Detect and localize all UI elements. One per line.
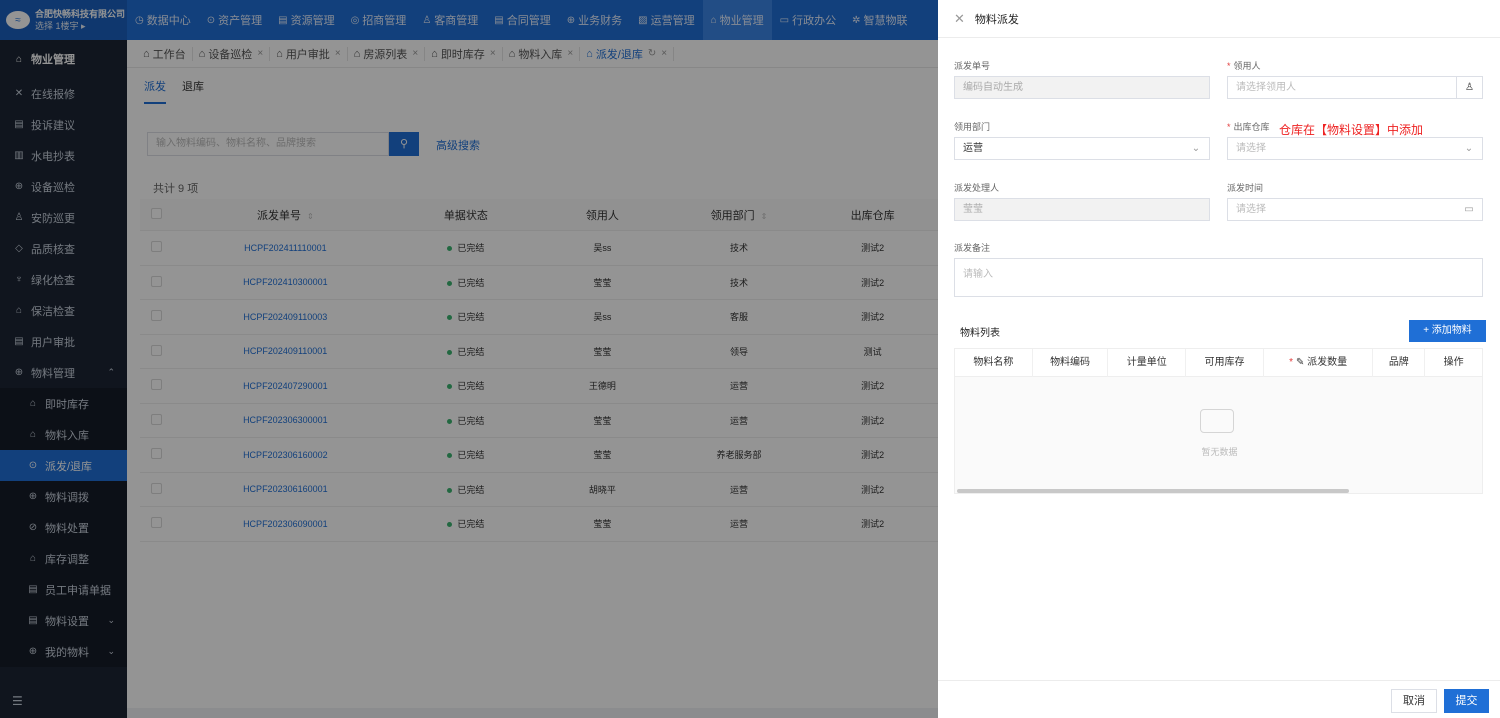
handler-field: 莹莹 [954,198,1210,221]
receiver-field[interactable]: 请选择领用人 ♙ [1227,76,1483,99]
receiver-label: 领用人 [1233,61,1261,71]
col-actions: 操作 [1443,356,1464,368]
drawer-title: 物料派发 [974,13,1019,26]
add-material-button[interactable]: + 添加物料 [1409,320,1486,342]
chevron-down-icon: ⌄ [1464,143,1474,154]
col-unit: 计量单位 [1108,348,1187,377]
warehouse-select[interactable]: 请选择 ⌄ [1227,137,1483,160]
dispatch-drawer: ✕ 物料派发 派发单号 编码自动生成 * 领用人 请选择领用人 ♙ 领用部门 运营… [938,0,1500,718]
col-material-code: 物料编码 [1033,348,1109,377]
calendar-icon: ▭ [1464,204,1474,215]
material-table: 物料名称 物料编码 计量单位 可用库存 * ✎ 派发数量 品牌 操作 暂无数据 [954,348,1483,494]
warehouse-label: 出库仓库 [1233,122,1270,132]
empty-text: 暂无数据 [1201,447,1238,457]
col-dispatch-qty: 派发数量 [1307,356,1348,368]
order-no-field: 编码自动生成 [954,76,1210,99]
user-icon[interactable]: ♙ [1456,77,1482,98]
order-no-label: 派发单号 [954,61,991,71]
material-list-title: 物料列表 [960,328,1000,339]
remark-label: 派发备注 [954,243,991,253]
dept-label: 领用部门 [954,122,991,132]
dept-select[interactable]: 运营 ⌄ [954,137,1210,160]
time-label: 派发时间 [1227,183,1264,193]
drawer-header: ✕ 物料派发 [938,0,1500,38]
warehouse-note: 仓库在【物料设置】中添加 [1279,123,1424,137]
close-icon[interactable]: ✕ [954,11,965,27]
edit-icon: ✎ [1295,356,1305,368]
handler-label: 派发处理人 [954,183,1000,193]
col-brand: 品牌 [1373,348,1426,377]
app-root: ≈ 合肥快畅科技有限公司 选择 1楼宇 ▸ ◷ 数据中心 ⊙ 资产管理 ▤ 资源管理 ◎ 招商… [0,0,1500,718]
cancel-button[interactable]: 取消 [1391,689,1437,713]
empty-inbox-icon [1200,409,1234,433]
material-table-header: 物料名称 物料编码 计量单位 可用库存 * ✎ 派发数量 品牌 操作 [955,348,1482,377]
chevron-down-icon: ⌄ [1191,143,1201,154]
col-material-name: 物料名称 [955,348,1033,377]
submit-button[interactable]: 提交 [1444,689,1489,713]
horizontal-scrollbar[interactable] [957,489,1349,493]
modal-overlay[interactable] [0,0,938,718]
col-available-stock: 可用库存 [1186,348,1264,377]
time-picker[interactable]: 请选择 ▭ [1227,198,1483,221]
drawer-footer: 取消 提交 [938,680,1500,718]
remark-textarea[interactable]: 请输入 [954,258,1483,297]
